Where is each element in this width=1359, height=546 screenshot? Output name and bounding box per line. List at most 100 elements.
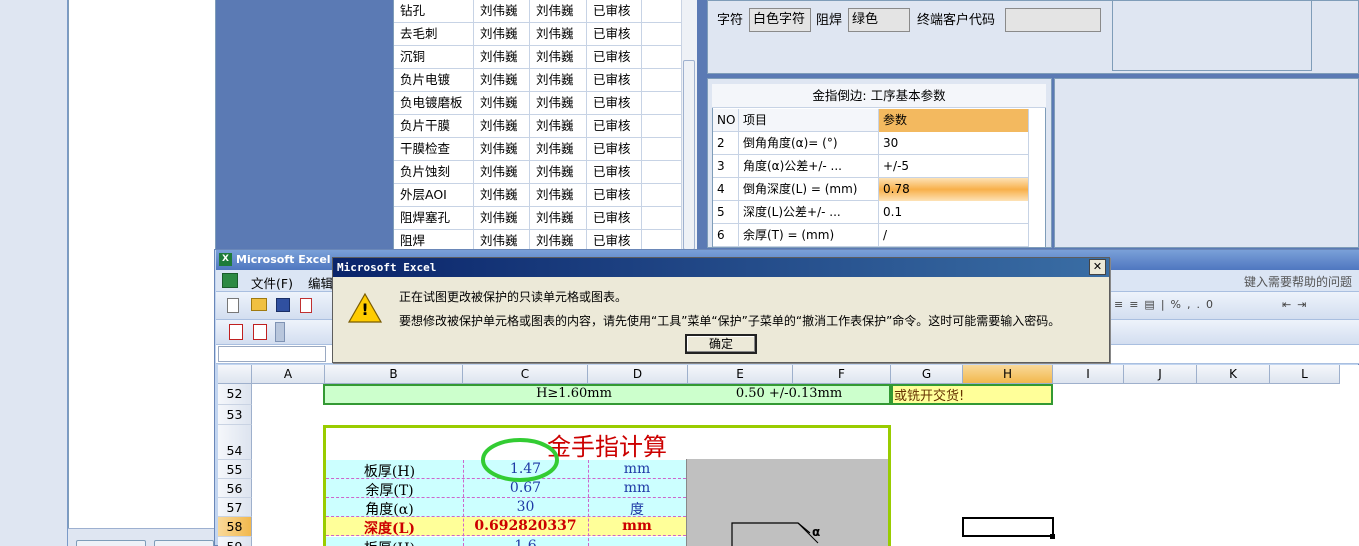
open-folder-icon[interactable]	[251, 298, 267, 311]
char-field[interactable]: 白色字符	[749, 8, 811, 32]
column-header-F[interactable]: F	[793, 365, 891, 384]
process-row[interactable]: 负片干膜 刘伟巍 刘伟巍 已审核	[394, 115, 682, 138]
column-header-H[interactable]: H	[963, 365, 1053, 384]
process-list[interactable]: 钻孔 刘伟巍 刘伟巍 已审核 去毛刺 刘伟巍 刘伟巍 已审核 沉铜 刘伟巍 刘伟巍 已审核 负片电镀 刘伟…	[393, 0, 697, 253]
param-row[interactable]: 6 余厚(T) = (mm) /	[713, 224, 1029, 247]
param-row[interactable]: 4 倒角深度(L) = (mm) 0.78	[713, 178, 1029, 201]
select-all-corner[interactable]	[218, 365, 252, 384]
customer-code-field[interactable]	[1005, 8, 1101, 32]
dialog-ok-button[interactable]: 确定	[685, 334, 757, 354]
calc-label-cell[interactable]: 板厚(H)	[326, 538, 463, 546]
process-row[interactable]: 负片蚀刻 刘伟巍 刘伟巍 已审核	[394, 161, 682, 184]
row-header-54[interactable]: 54	[218, 425, 252, 460]
param-row[interactable]: 2 倒角角度(α)= (°) 30	[713, 132, 1029, 155]
left-list-panel[interactable]	[68, 0, 216, 546]
calc-unit-cell[interactable]: mm	[588, 461, 686, 477]
pdf-icon[interactable]	[229, 324, 243, 340]
row-header-52[interactable]: 52	[218, 384, 252, 405]
param-cell-param: 30	[879, 132, 1029, 155]
row-header-53[interactable]: 53	[218, 405, 252, 425]
param-cell-item: 倒角深度(L) = (mm)	[739, 178, 879, 201]
row-header-57[interactable]: 57	[218, 498, 252, 517]
process-row[interactable]: 负电镀磨板 刘伟巍 刘伟巍 已审核	[394, 92, 682, 115]
calc-value-cell[interactable]: 1.6	[463, 538, 588, 546]
process-row[interactable]: 干膜检查 刘伟巍 刘伟巍 已审核	[394, 138, 682, 161]
r52-c-cell[interactable]: H≥1.60mm	[463, 386, 685, 401]
column-header-C[interactable]: C	[463, 365, 588, 384]
column-header-G[interactable]: G	[891, 365, 963, 384]
menu-file[interactable]: 文件(F)	[251, 273, 293, 292]
column-header-L[interactable]: L	[1270, 365, 1340, 384]
fill-handle[interactable]	[1050, 534, 1055, 539]
pdf-convert-icon[interactable]	[253, 324, 267, 340]
footer-button-1[interactable]	[76, 540, 146, 546]
scrollbar-thumb[interactable]	[683, 60, 695, 250]
save-icon[interactable]	[276, 298, 290, 312]
process-cell-b: 刘伟巍	[530, 46, 587, 69]
column-header-I[interactable]: I	[1053, 365, 1124, 384]
calc-value-cell[interactable]: 0.692820337	[463, 518, 588, 534]
mask-label: 阻焊	[816, 13, 843, 28]
name-box[interactable]	[218, 346, 326, 362]
mask-field[interactable]: 绿色	[848, 8, 910, 32]
footer-button-2[interactable]	[154, 540, 214, 546]
process-row[interactable]: 去毛刺 刘伟巍 刘伟巍 已审核	[394, 23, 682, 46]
process-row[interactable]: 负片电镀 刘伟巍 刘伟巍 已审核	[394, 69, 682, 92]
column-header-B[interactable]: B	[325, 365, 463, 384]
process-row[interactable]: 钻孔 刘伟巍 刘伟巍 已审核	[394, 0, 682, 23]
process-cell-status: 已审核	[587, 92, 642, 115]
param-row[interactable]: 3 角度(α)公差+/- ... +/-5	[713, 155, 1029, 178]
process-row[interactable]: 沉铜 刘伟巍 刘伟巍 已审核	[394, 46, 682, 69]
column-header-E[interactable]: E	[688, 365, 793, 384]
calc-value-cell[interactable]: 30	[463, 499, 588, 515]
menu-edit[interactable]: 编辑	[308, 273, 333, 292]
param-cell-no: 5	[713, 201, 739, 224]
toolbar-options-icon[interactable]	[275, 322, 285, 342]
dialog-title: Microsoft Excel	[337, 261, 437, 274]
format-toolbar-icons[interactable]: ≡≡▤|%,.0	[1114, 298, 1254, 313]
info-side-box	[1112, 0, 1312, 71]
process-cell-a: 刘伟巍	[474, 23, 530, 46]
r52-g-cell[interactable]: 或铣开交货!	[894, 385, 964, 404]
calc-unit-cell[interactable]: mm	[588, 518, 686, 534]
process-cell-a: 刘伟巍	[474, 115, 530, 138]
row-header-58[interactable]: 58	[218, 517, 252, 537]
row-header-55[interactable]: 55	[218, 460, 252, 479]
workbook-icon[interactable]	[222, 273, 238, 288]
left-panel	[0, 0, 68, 546]
indent-icons[interactable]: ⇤⇥	[1282, 298, 1352, 313]
green-circle-annotation	[481, 438, 559, 482]
char-label: 字符	[717, 13, 744, 28]
new-file-icon[interactable]	[227, 298, 239, 313]
column-header-J[interactable]: J	[1124, 365, 1197, 384]
calc-label-cell[interactable]: 深度(L)	[326, 518, 463, 538]
process-cell-b: 刘伟巍	[530, 92, 587, 115]
calc-unit-cell[interactable]: 度	[588, 499, 686, 519]
process-row[interactable]: 外层AOI 刘伟巍 刘伟巍 已审核	[394, 184, 682, 207]
help-search-input[interactable]: 键入需要帮助的问题	[1244, 273, 1352, 290]
process-cell-status: 已审核	[587, 46, 642, 69]
calc-label-cell[interactable]: 板厚(H)	[326, 461, 463, 481]
permission-icon[interactable]	[300, 298, 312, 313]
calc-label-cell[interactable]: 角度(α)	[326, 499, 463, 519]
row-header-56[interactable]: 56	[218, 479, 252, 498]
dialog-close-button[interactable]: ✕	[1089, 259, 1106, 275]
process-cell-name: 干膜检查	[394, 138, 474, 161]
warning-glyph: !	[361, 300, 369, 319]
col-item-header: 项目	[739, 109, 879, 132]
column-header-K[interactable]: K	[1197, 365, 1270, 384]
selected-cell-h58[interactable]	[962, 517, 1054, 537]
column-header-D[interactable]: D	[588, 365, 688, 384]
param-row[interactable]: 5 深度(L)公差+/- ... 0.1	[713, 201, 1029, 224]
row-header-59[interactable]: 59	[218, 537, 252, 546]
calc-unit-cell[interactable]: mm	[588, 480, 686, 496]
process-cell-a: 刘伟巍	[474, 0, 530, 23]
param-cell-param: 0.78	[879, 178, 1029, 201]
param-cell-item: 倒角角度(α)= (°)	[739, 132, 879, 155]
r52-e-cell[interactable]: 0.50 +/-0.13mm	[688, 386, 890, 401]
column-header-A[interactable]: A	[252, 365, 325, 384]
calc-label-cell[interactable]: 余厚(T)	[326, 480, 463, 500]
process-row[interactable]: 阻焊塞孔 刘伟巍 刘伟巍 已审核	[394, 207, 682, 230]
dialog-title-bar: Microsoft Excel	[333, 258, 1109, 277]
process-cell-name: 去毛刺	[394, 23, 474, 46]
